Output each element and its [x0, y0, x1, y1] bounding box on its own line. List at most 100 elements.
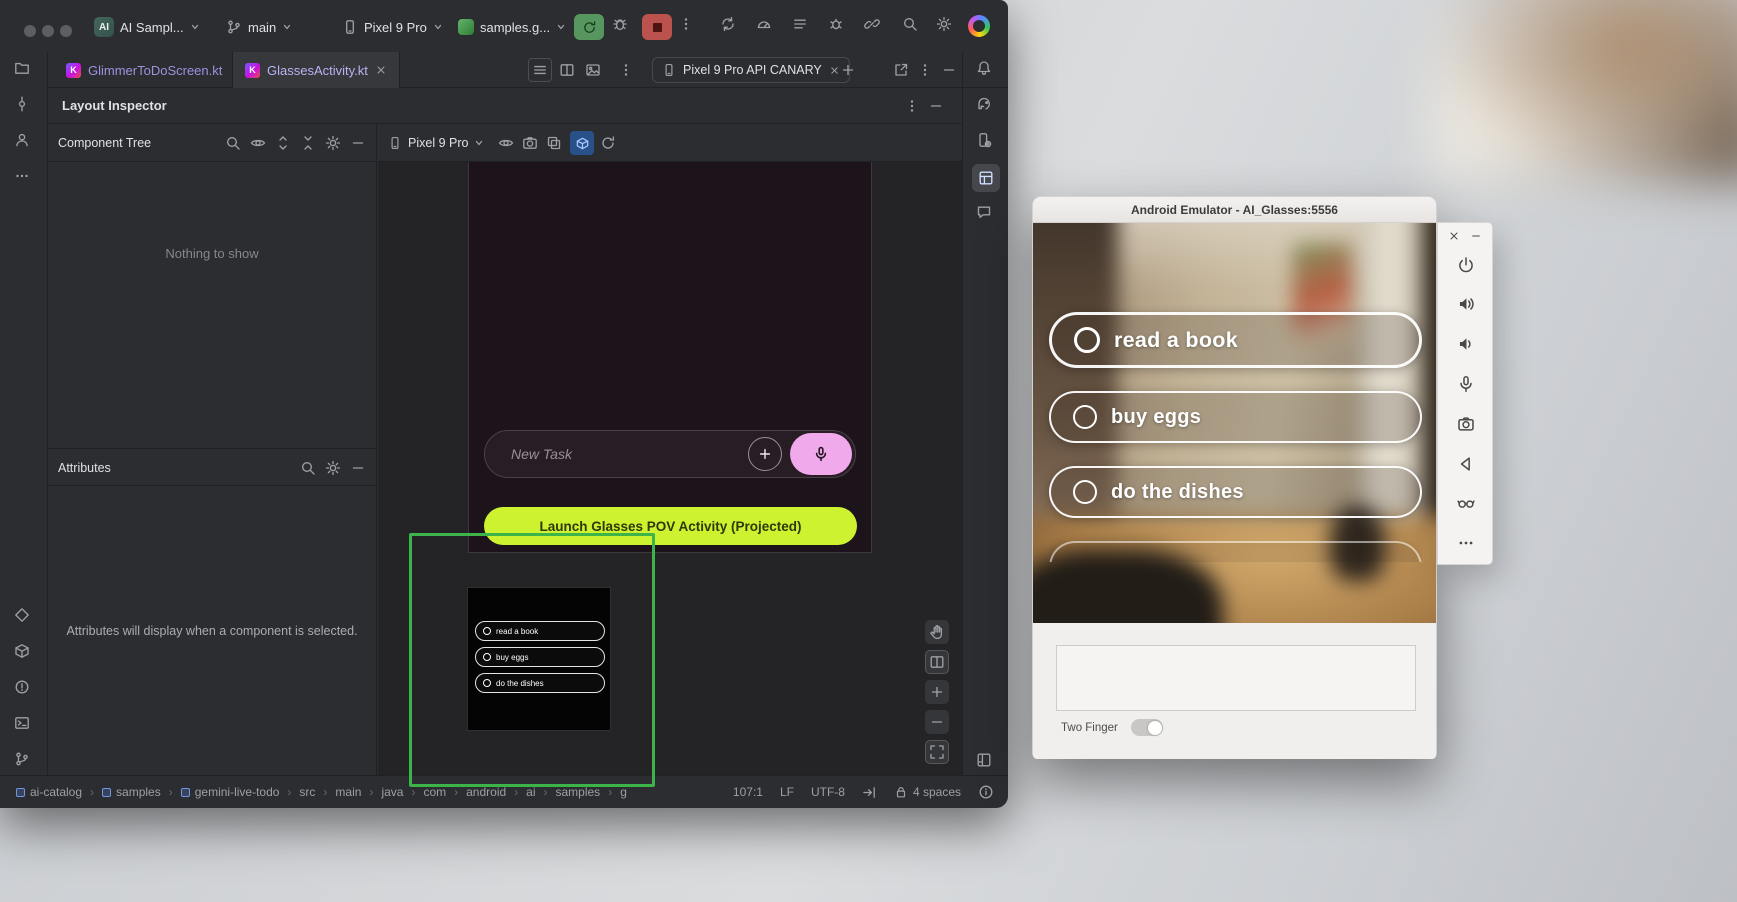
vcs-branch-widget[interactable]: main: [226, 15, 292, 39]
gradle-tool-icon[interactable]: [976, 96, 992, 112]
emulator-title-bar[interactable]: Android Emulator - AI_Glasses:5556: [1033, 197, 1436, 223]
breadcrumb-item[interactable]: java: [381, 785, 403, 799]
indent-widget[interactable]: 4 spaces: [894, 785, 961, 799]
search-icon[interactable]: [225, 135, 241, 151]
glasses-mode-button[interactable]: [1455, 492, 1477, 514]
mic-button[interactable]: [1455, 373, 1477, 395]
status-info-icon[interactable]: [978, 784, 994, 800]
commit-icon[interactable]: [14, 96, 30, 112]
volume-up-button[interactable]: [1455, 293, 1477, 315]
zoom-out-button[interactable]: [925, 710, 949, 734]
search-icon[interactable]: [300, 460, 316, 476]
traffic-minimize-button[interactable]: [42, 25, 54, 37]
terminal-icon[interactable]: [14, 715, 30, 731]
screenshot-camera-icon[interactable]: [522, 135, 538, 151]
voice-input-button[interactable]: [790, 433, 852, 475]
problems-icon[interactable]: [14, 679, 30, 695]
version-control-branch-icon[interactable]: [14, 751, 30, 767]
todo-pill[interactable]: do the dishes: [1049, 466, 1422, 518]
radio-circle-icon[interactable]: [1074, 327, 1100, 353]
traffic-zoom-button[interactable]: [60, 25, 72, 37]
panel-options-kebab-icon[interactable]: [917, 62, 933, 78]
add-device-tab-icon[interactable]: [840, 62, 856, 78]
traffic-close-button[interactable]: [24, 25, 36, 37]
panel-options-kebab-icon[interactable]: [904, 98, 920, 114]
project-widget[interactable]: AI AI Sampl...: [94, 15, 200, 39]
notifications-bell-icon[interactable]: [976, 60, 992, 76]
editor-tab-glasses-activity[interactable]: K GlassesActivity.kt: [232, 52, 400, 88]
tab-close-icon[interactable]: [829, 65, 840, 76]
more-controls-button[interactable]: [1455, 532, 1477, 554]
assistant-chat-icon[interactable]: [976, 204, 992, 220]
compare-screens-button[interactable]: [925, 650, 949, 674]
settings-gear-icon[interactable]: [325, 460, 341, 476]
todo-pill[interactable]: buy eggs: [475, 647, 605, 667]
launch-pov-button[interactable]: Launch Glasses POV Activity (Projected): [484, 507, 857, 545]
device-screen-render[interactable]: New Task Launch Glasses POV Activity (Pr…: [468, 162, 872, 553]
breadcrumb-item[interactable]: android: [466, 785, 506, 799]
device-mirror-link-icon[interactable]: [864, 16, 880, 32]
settings-gear-icon[interactable]: [936, 16, 952, 32]
todo-pill[interactable]: read a book: [475, 621, 605, 641]
file-encoding[interactable]: UTF-8: [811, 785, 845, 799]
more-actions-kebab-icon[interactable]: [678, 16, 694, 32]
stop-button[interactable]: [642, 14, 672, 40]
rerun-button[interactable]: [574, 14, 604, 40]
sync-project-icon[interactable]: [720, 16, 736, 32]
image-view-icon[interactable]: [585, 62, 601, 78]
back-button[interactable]: [1455, 453, 1477, 475]
emulator-close-icon[interactable]: [1448, 230, 1460, 242]
app-inspection-icon[interactable]: [828, 16, 844, 32]
line-separator[interactable]: LF: [780, 785, 794, 799]
cursor-position[interactable]: 107:1: [733, 785, 763, 799]
input-preview-box[interactable]: [1056, 645, 1416, 711]
zoom-to-fit-button[interactable]: [925, 740, 949, 764]
visibility-eye-icon[interactable]: [498, 135, 514, 151]
breadcrumb-item[interactable]: gemini-live-todo: [195, 785, 280, 799]
todo-pill[interactable]: do the dishes: [475, 673, 605, 693]
hide-panel-minus-icon[interactable]: [941, 62, 957, 78]
todo-pill[interactable]: buy eggs: [1049, 391, 1422, 443]
breadcrumb-item[interactable]: src: [299, 785, 315, 799]
collapse-all-icon[interactable]: [300, 135, 316, 151]
run-config-selector[interactable]: samples.g...: [458, 15, 566, 39]
project-folder-icon[interactable]: [14, 60, 30, 76]
glasses-display-preview[interactable]: read a book buy eggs do the dishes: [467, 587, 611, 731]
indent-icon[interactable]: [862, 785, 877, 800]
emulator-minimize-icon[interactable]: [1470, 230, 1482, 242]
panel-minimize-icon[interactable]: [928, 98, 944, 114]
breadcrumb-item[interactable]: samples: [116, 785, 161, 799]
user-icon[interactable]: [14, 132, 30, 148]
pan-tool-button[interactable]: [925, 620, 949, 644]
breadcrumb-item[interactable]: samples: [556, 785, 601, 799]
add-task-button[interactable]: [748, 437, 782, 471]
debug-bug-icon[interactable]: [612, 16, 628, 32]
more-tools-icon[interactable]: [14, 168, 30, 184]
split-view-icon[interactable]: [559, 62, 575, 78]
todo-pill[interactable]: read a book: [1049, 312, 1422, 368]
breadcrumb-item[interactable]: ai: [526, 785, 535, 799]
settings-gear-icon[interactable]: [325, 135, 341, 151]
breadcrumb-item[interactable]: main: [335, 785, 361, 799]
breadcrumb-item[interactable]: com: [423, 785, 446, 799]
preview-device-selector[interactable]: Pixel 9 Pro: [388, 131, 484, 155]
expand-all-icon[interactable]: [275, 135, 291, 151]
device-selector[interactable]: Pixel 9 Pro: [342, 15, 443, 39]
dependencies-diamond-icon[interactable]: [14, 607, 30, 623]
breadcrumb-item[interactable]: ai-catalog: [30, 785, 82, 799]
open-in-window-icon[interactable]: [893, 62, 909, 78]
minimize-icon[interactable]: [350, 460, 366, 476]
camera-button[interactable]: [1455, 413, 1477, 435]
visibility-eye-icon[interactable]: [250, 135, 266, 151]
zoom-in-button[interactable]: [925, 680, 949, 704]
power-button[interactable]: [1455, 254, 1477, 276]
profile-avatar-icon[interactable]: [968, 15, 990, 37]
window-layout-icon[interactable]: [976, 752, 992, 768]
emulator-screen[interactable]: read a book buy eggs do the dishes: [1033, 223, 1436, 623]
build-box-icon[interactable]: [14, 643, 30, 659]
refresh-icon[interactable]: [600, 135, 616, 151]
running-device-tab[interactable]: Pixel 9 Pro API CANARY: [652, 57, 850, 83]
device-manager-icon[interactable]: [976, 132, 992, 148]
new-task-field[interactable]: New Task: [484, 430, 856, 478]
tab-options-kebab-icon[interactable]: [618, 62, 634, 78]
